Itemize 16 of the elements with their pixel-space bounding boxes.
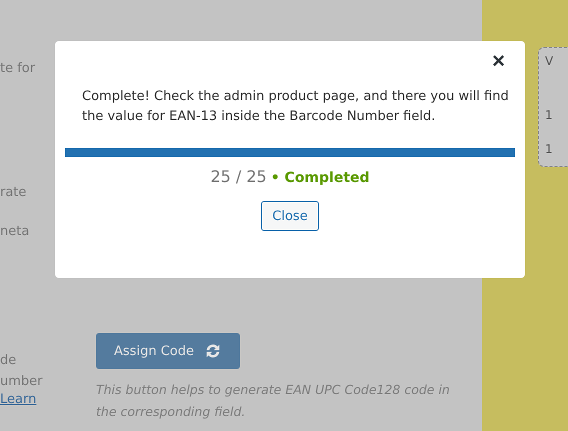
progress-count: 25 / 25 [210, 167, 267, 186]
assign-code-button[interactable]: Assign Code [96, 333, 240, 369]
status-text: • Completed [270, 170, 370, 186]
dialog-message: Complete! Check the admin product page, and there you will find the value for EAN-13 inside the Barcode Number field. [82, 88, 510, 126]
close-button[interactable]: Close [261, 201, 319, 231]
label-text: neta [0, 223, 30, 241]
refresh-icon [204, 342, 222, 360]
label-text: umber [0, 373, 44, 391]
card-text: 1 [545, 108, 554, 122]
label-text: te for [0, 60, 36, 78]
label-text: rate [0, 184, 28, 202]
label-text: de [0, 352, 18, 370]
help-text: This button helps to generate EAN UPC Code128 code in the corresponding field. [96, 381, 451, 421]
learn-link[interactable]: Learn [0, 391, 80, 409]
card-text: V [545, 54, 554, 68]
card-text: 1 [545, 142, 554, 156]
